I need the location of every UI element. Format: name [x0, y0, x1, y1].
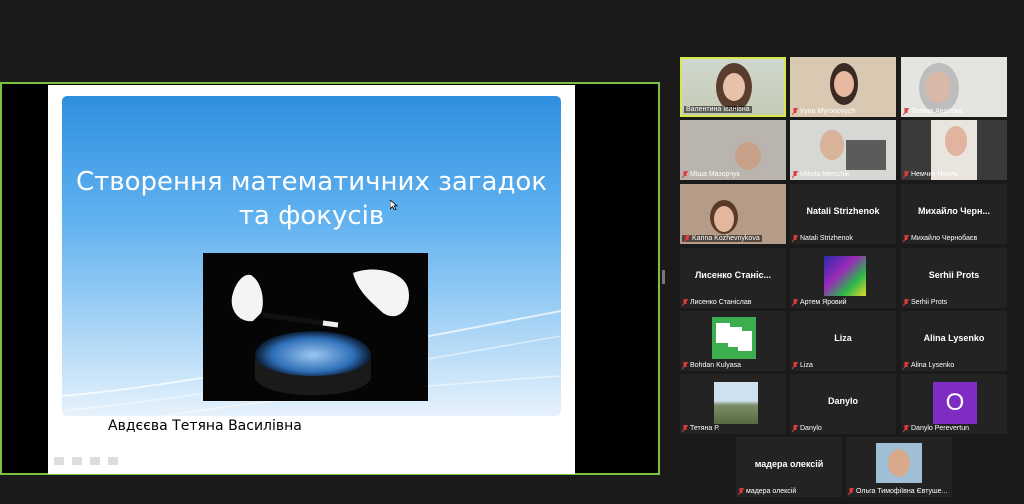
muted-mic-icon — [792, 235, 798, 242]
participant-tile[interactable]: Karina Kozhevnykova — [680, 184, 786, 244]
participant-tile[interactable]: Alina Lysenko Alina Lysenko — [901, 311, 1007, 371]
pen-icon[interactable] — [72, 457, 82, 465]
participant-tile[interactable]: Тетяна Р. — [680, 374, 786, 434]
muted-mic-icon — [903, 425, 909, 432]
panel-resize-handle[interactable] — [662, 270, 665, 284]
participant-name-label: Тетяна Р. — [682, 425, 720, 432]
participant-tile[interactable]: Iryna Myronovych — [790, 57, 896, 117]
participant-tile[interactable]: Михайло Черн... Михайло Чернобаєв — [901, 184, 1007, 244]
muted-mic-icon — [848, 488, 854, 495]
muted-mic-icon — [684, 235, 690, 242]
muted-mic-icon — [682, 362, 688, 369]
participant-display-name: Danylo — [827, 396, 858, 406]
participant-display-name: Михайло Черн... — [918, 206, 990, 216]
participant-name-label: Liza — [792, 362, 813, 369]
muted-mic-icon — [792, 425, 798, 432]
presentation-slide: Створення математичних загадок та фокусі… — [48, 85, 575, 474]
participant-tile[interactable]: Немчик Ніколь — [901, 120, 1007, 180]
muted-mic-icon — [682, 425, 688, 432]
participant-name-label: Тетяна Авдєєва — [903, 108, 962, 115]
muted-mic-icon — [903, 235, 909, 242]
avatar — [714, 382, 758, 424]
participant-name-label: Bohdan Kulyasa — [682, 362, 741, 369]
participant-display-name: Natali Strizhenok — [806, 206, 880, 216]
participant-name-label: мадера олексій — [738, 488, 796, 495]
participant-name-label: Валентина Іванівна — [684, 106, 752, 113]
menu-icon[interactable] — [90, 457, 100, 465]
muted-mic-icon — [792, 299, 798, 306]
participant-name-label: Лисенко Станіслав — [682, 299, 751, 306]
muted-mic-icon — [792, 171, 798, 178]
participant-name-label: Михайло Чернобаєв — [903, 235, 977, 242]
participant-display-name: Liza — [834, 333, 852, 343]
muted-mic-icon — [903, 171, 909, 178]
muted-mic-icon — [682, 171, 688, 178]
participant-tile[interactable]: мадера олексій мадера олексій — [736, 437, 842, 497]
participant-tile[interactable]: Liza Liza — [790, 311, 896, 371]
muted-mic-icon — [792, 362, 798, 369]
participant-name-label: Danylo Perevertun — [903, 425, 969, 432]
next-slide-icon[interactable] — [108, 457, 118, 465]
participant-tile[interactable]: Артем Яровий — [790, 248, 896, 308]
participant-name-label: Артем Яровий — [792, 299, 847, 306]
muted-mic-icon — [903, 108, 909, 115]
participant-name-label: Natali Strizhenok — [792, 235, 853, 242]
muted-mic-icon — [903, 362, 909, 369]
participant-name-label: Serhii Prots — [903, 299, 947, 306]
muted-mic-icon — [682, 299, 688, 306]
participant-tile[interactable]: O Danylo Perevertun — [901, 374, 1007, 434]
participant-tile[interactable]: Міша Мазорчук — [680, 120, 786, 180]
participant-tile[interactable]: Danylo Danylo — [790, 374, 896, 434]
muted-mic-icon — [792, 108, 798, 115]
participant-name-label: Danylo — [792, 425, 822, 432]
participant-tile[interactable]: Тетяна Авдєєва — [901, 57, 1007, 117]
participant-display-name: мадера олексій — [754, 459, 824, 469]
participant-tile[interactable]: Serhii Prots Serhii Prots — [901, 248, 1007, 308]
prev-slide-icon[interactable] — [54, 457, 64, 465]
participant-tile[interactable]: Bohdan Kulyasa — [680, 311, 786, 371]
participant-tile[interactable]: Лисенко Станіс... Лисенко Станіслав — [680, 248, 786, 308]
participant-display-name: Лисенко Станіс... — [694, 270, 772, 280]
muted-mic-icon — [903, 299, 909, 306]
avatar-initial: O — [933, 382, 977, 424]
slide-title-line2: та фокусів — [238, 201, 385, 231]
participant-tile[interactable]: Ольга Тимофіївна Євтуше... — [846, 437, 952, 497]
participant-tile[interactable]: Natali Strizhenok Natali Strizhenok — [790, 184, 896, 244]
participant-display-name: Alina Lysenko — [923, 333, 985, 343]
slide-toolbar[interactable] — [54, 457, 118, 465]
magic-hat-illustration — [231, 269, 409, 396]
mouse-cursor-icon — [390, 200, 398, 210]
participant-tile[interactable]: Mikela Nemchik — [790, 120, 896, 180]
participant-name-label: Karina Kozhevnykova — [682, 235, 762, 242]
avatar — [712, 317, 756, 359]
participant-video — [876, 443, 922, 483]
participant-tile[interactable]: Валентина Іванівна — [680, 57, 786, 117]
slide-title-line1: Створення математичних загадок — [75, 167, 548, 197]
avatar — [824, 256, 866, 296]
slide-author: Авдєєва Тетяна Василівна — [108, 418, 302, 434]
participant-name-label: Немчик Ніколь — [903, 171, 959, 178]
participant-name-label: Iryna Myronovych — [792, 108, 855, 115]
shared-screen[interactable]: Створення математичних загадок та фокусі… — [0, 82, 660, 475]
participant-name-label: Ольга Тимофіївна Євтуше... — [848, 488, 947, 495]
participant-name-label: Міша Мазорчук — [682, 171, 740, 178]
magic-hat-image — [203, 253, 428, 401]
muted-mic-icon — [738, 488, 744, 495]
participant-name-label: Alina Lysenko — [903, 362, 954, 369]
participant-name-label: Mikela Nemchik — [792, 171, 849, 178]
participant-display-name: Serhii Prots — [928, 270, 980, 280]
slide-title: Створення математичних загадок та фокусі… — [62, 165, 561, 233]
